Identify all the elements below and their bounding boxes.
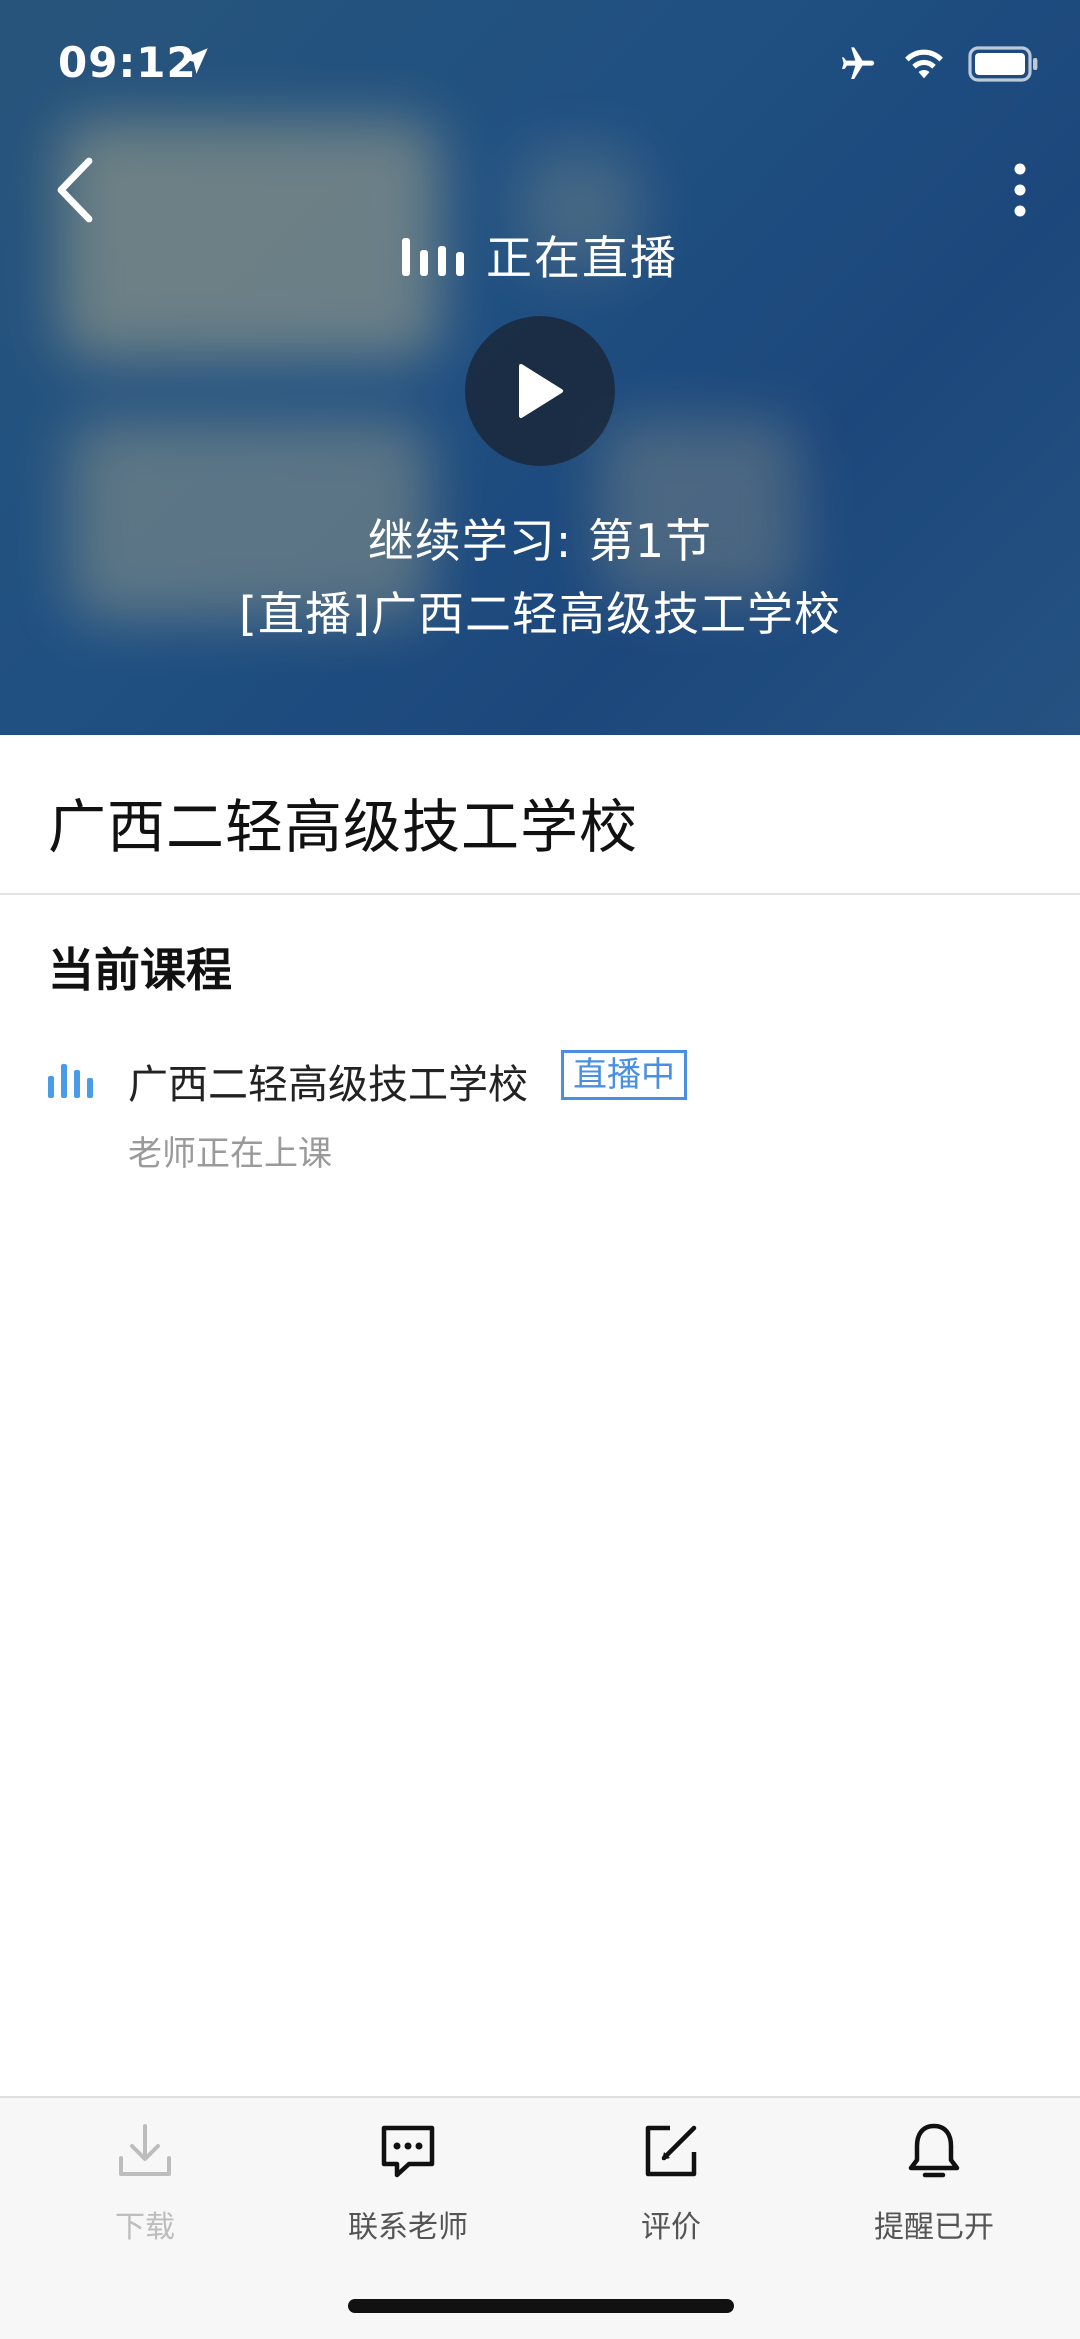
live-bars-icon — [402, 234, 464, 276]
lesson-list-item[interactable]: 广西二轻高级技工学校 直播中 老师正在上课 — [0, 1040, 1080, 1180]
chat-icon — [373, 2116, 443, 2186]
contact-teacher-label: 联系老师 — [348, 2210, 468, 2245]
status-time: 09:12 — [58, 38, 197, 87]
review-label: 评价 — [641, 2210, 701, 2245]
status-bar: 09:12 — [0, 0, 1080, 130]
play-icon — [519, 364, 563, 418]
contact-teacher-button[interactable]: 联系老师 — [298, 2116, 518, 2246]
bell-icon — [899, 2116, 969, 2186]
continue-learning-label: 继续学习: 第1节 — [367, 514, 713, 568]
chevron-left-icon — [57, 157, 93, 223]
lesson-title: [直播]广西二轻高级技工学校 — [239, 587, 841, 641]
download-label: 下载 — [115, 2210, 175, 2245]
course-detail-page: 09:12 正在直播 继续学习: 第1节 [直播]广西二轻高级技工学校 广西二轻… — [0, 0, 1080, 2339]
divider — [0, 893, 1080, 895]
live-bars-icon — [48, 1062, 93, 1098]
live-status-label: 正在直播 — [486, 231, 678, 285]
edit-icon — [636, 2116, 706, 2186]
more-vertical-icon — [1014, 163, 1026, 217]
reminder-label: 提醒已开 — [874, 2210, 994, 2245]
play-button[interactable] — [465, 316, 615, 466]
current-course-heading: 当前课程 — [48, 943, 232, 997]
lesson-status: 老师正在上课 — [128, 1134, 332, 1174]
home-indicator[interactable] — [348, 2299, 734, 2313]
airplane-icon — [842, 47, 875, 79]
back-button[interactable] — [40, 150, 110, 230]
more-options-button[interactable] — [990, 150, 1050, 230]
reminder-button[interactable]: 提醒已开 — [824, 2116, 1044, 2246]
course-title: 广西二轻高级技工学校 — [48, 793, 639, 861]
download-icon — [110, 2116, 180, 2186]
video-player[interactable]: 09:12 正在直播 继续学习: 第1节 [直播]广西二轻高级技工学校 — [0, 0, 1080, 735]
wifi-icon — [905, 49, 943, 79]
location-arrow-icon — [182, 48, 208, 74]
battery-icon — [968, 46, 1038, 82]
review-button[interactable]: 评价 — [561, 2116, 781, 2246]
lesson-name: 广西二轻高级技工学校 — [128, 1062, 528, 1108]
download-button[interactable]: 下载 — [35, 2116, 255, 2246]
live-badge: 直播中 — [561, 1050, 687, 1100]
live-indicator: 正在直播 — [0, 222, 1080, 288]
